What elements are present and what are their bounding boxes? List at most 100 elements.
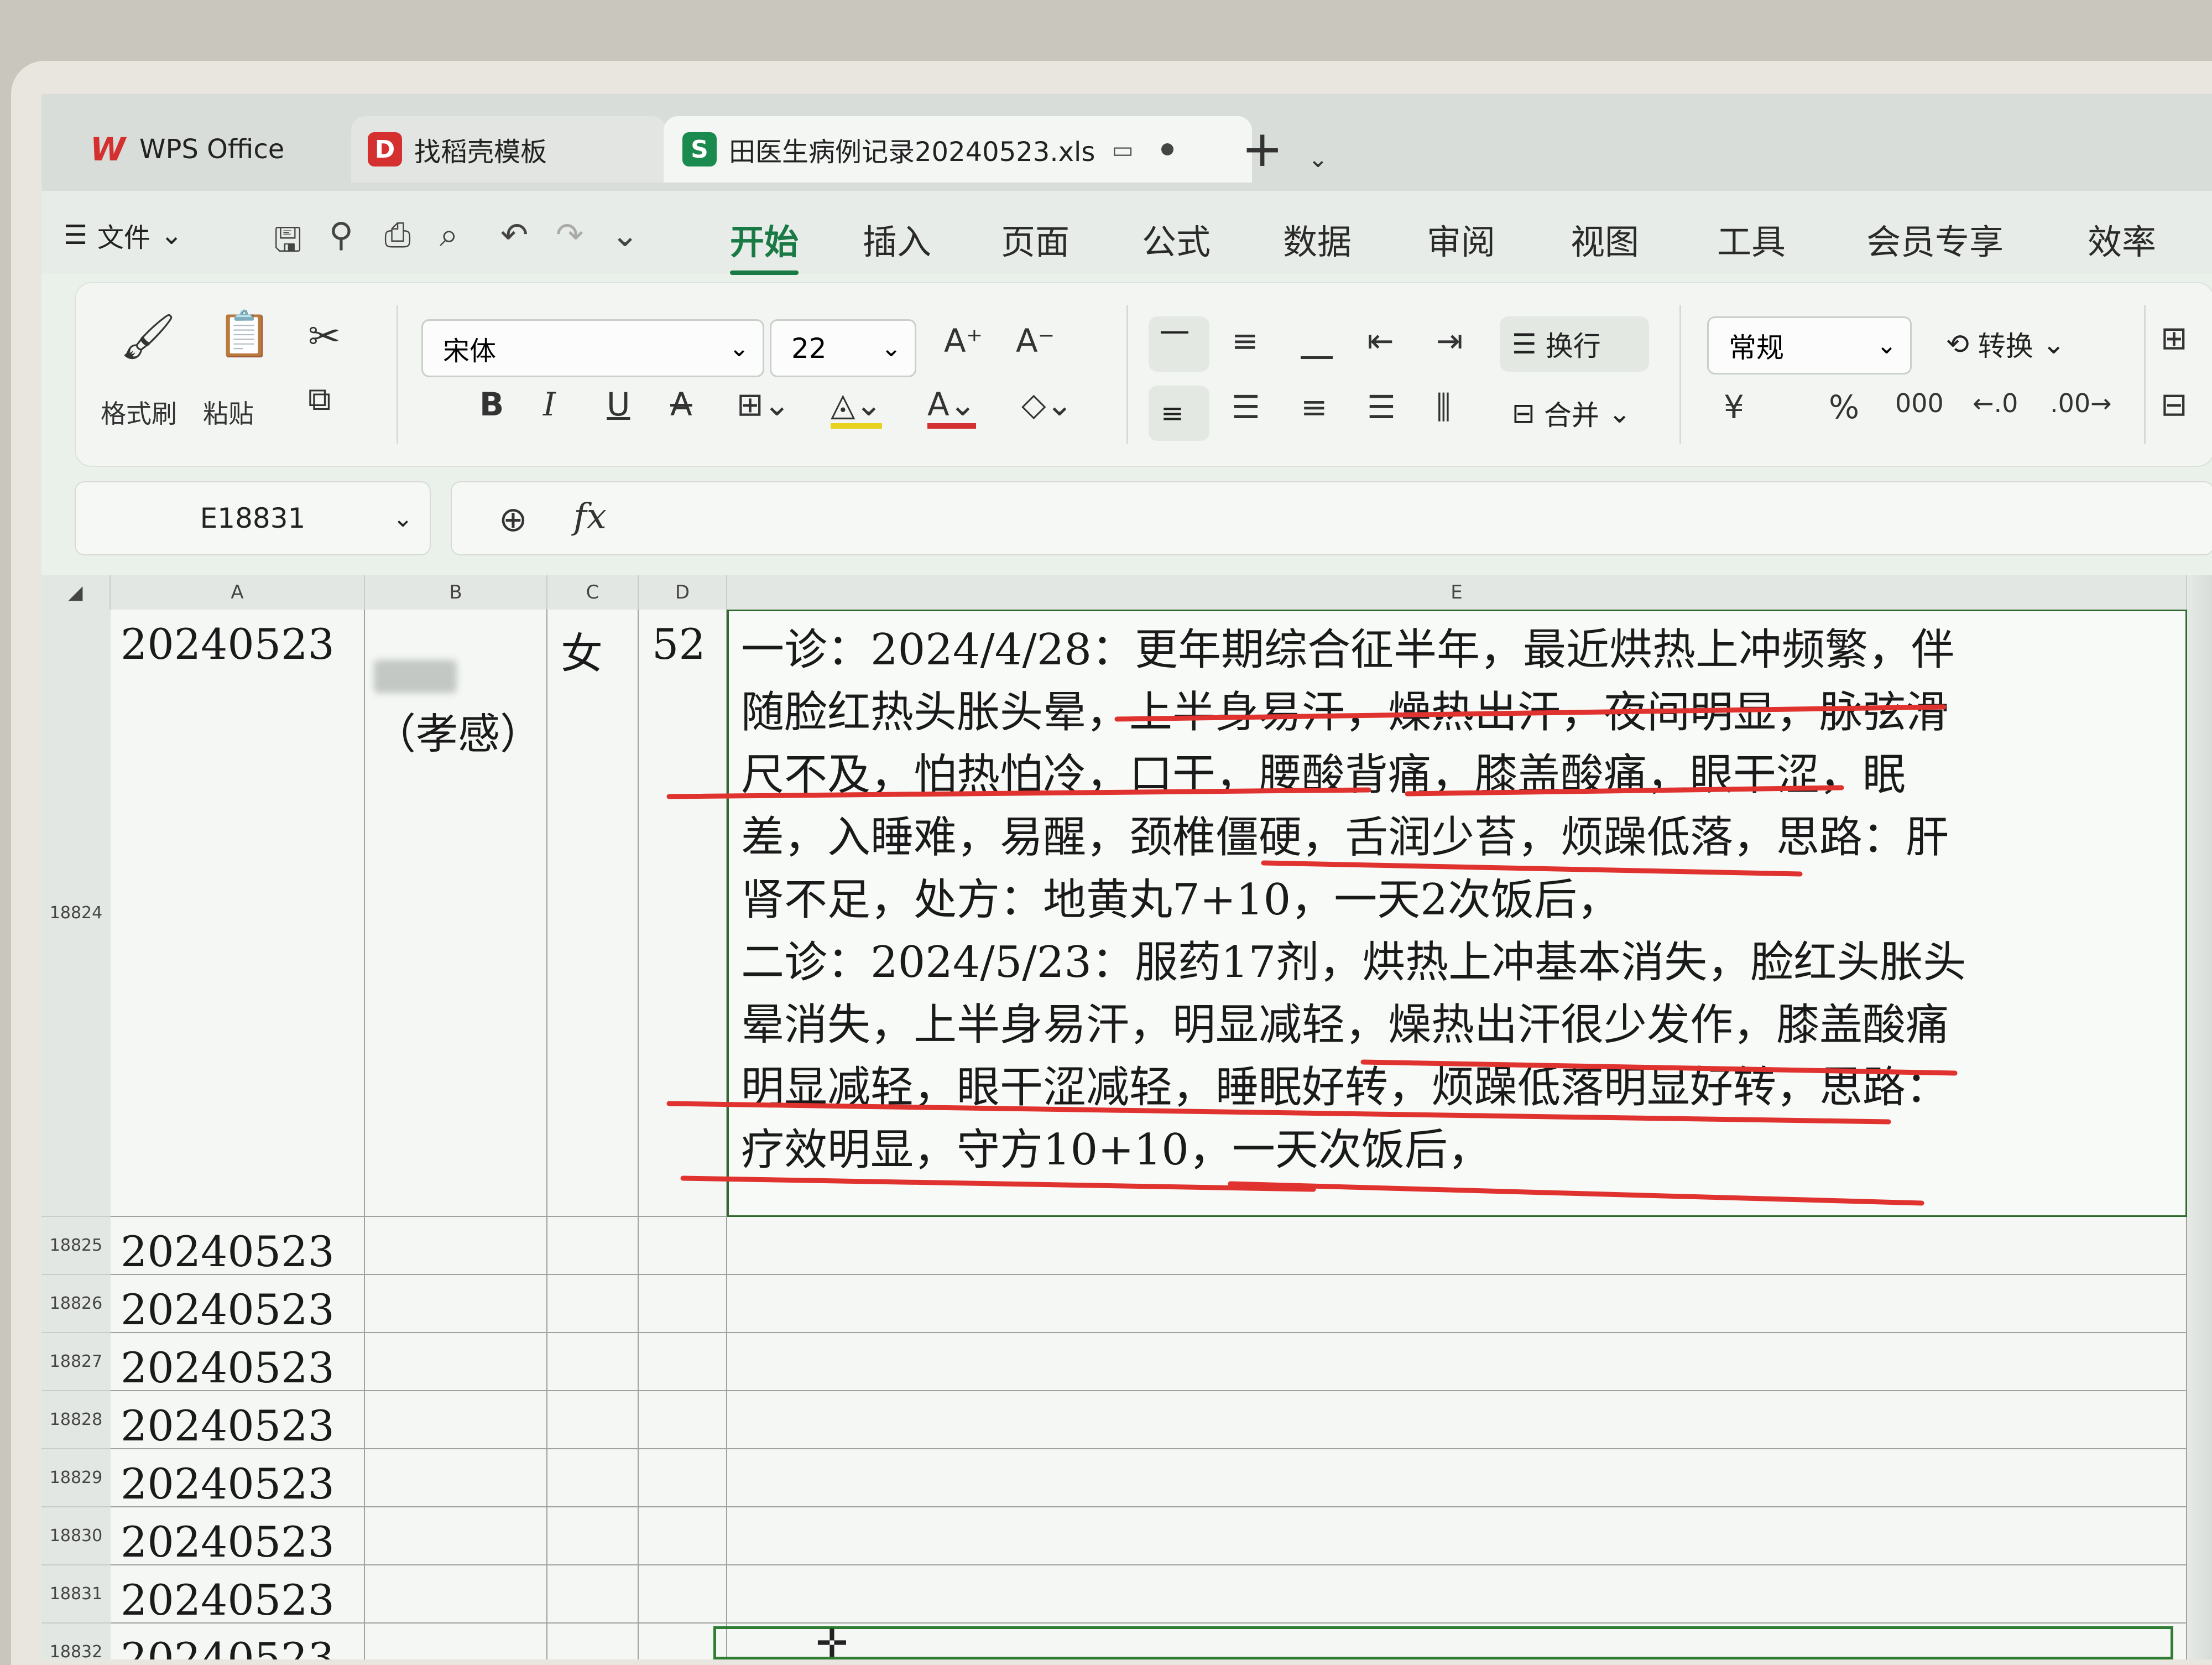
row-header[interactable]: 18825 (41, 1217, 111, 1275)
cell-c[interactable] (547, 1449, 639, 1507)
cell-e[interactable] (727, 1507, 2187, 1565)
thousands-separator-button[interactable]: 000 (1895, 388, 1944, 418)
row-header[interactable]: 18826 (41, 1275, 111, 1333)
font-name-select[interactable]: 宋体 ⌄ (421, 319, 764, 377)
tab-view[interactable]: 视图 (1571, 214, 1639, 264)
cell-d[interactable] (639, 1565, 727, 1624)
fx-button[interactable]: fx (573, 496, 607, 537)
increase-indent-icon[interactable]: ⇥ (1436, 322, 1463, 360)
cell-e[interactable] (727, 1275, 2187, 1333)
underline-button[interactable]: U (607, 386, 630, 423)
row-header[interactable]: 18831 (41, 1565, 111, 1624)
cell-d[interactable] (639, 1333, 727, 1391)
cell-b[interactable] (365, 1391, 547, 1449)
tab-tools[interactable]: 工具 (1717, 214, 1786, 264)
tab-insert[interactable]: 插入 (863, 214, 931, 264)
align-left-button[interactable]: ≡ (1149, 386, 1209, 441)
cell-a-date[interactable]: 20240523 (111, 1624, 365, 1659)
clear-format-icon[interactable]: ◇⌄ (1021, 386, 1073, 423)
cell-b[interactable] (365, 1217, 547, 1275)
tab-daoke-templates[interactable]: D 找稻壳模板 (351, 116, 666, 183)
row-col-icon[interactable]: ⊞ (2161, 319, 2188, 357)
align-middle-icon[interactable]: ≡ (1232, 322, 1259, 360)
wrap-text-button[interactable]: ☰ 换行 (1500, 316, 1649, 372)
tab-document[interactable]: S 田医生病例记录20240523.xls ▭ (664, 116, 1252, 183)
cell-b[interactable] (365, 1565, 547, 1624)
cell-e[interactable] (727, 1565, 2187, 1624)
number-format-select[interactable]: 常规 ⌄ (1707, 316, 1912, 374)
cell-a-date[interactable]: 20240523 (111, 1275, 365, 1334)
align-bottom-icon[interactable]: ⎽ (1301, 322, 1333, 360)
cell-c[interactable] (547, 1217, 639, 1275)
paste-icon[interactable]: 📋 (217, 308, 272, 360)
new-tab-button[interactable]: + (1241, 116, 1283, 183)
cell-c[interactable] (547, 1275, 639, 1333)
bold-button[interactable]: B (479, 386, 504, 423)
tab-wps-office[interactable]: W WPS Office (72, 116, 354, 183)
align-top-button[interactable]: ⎺ (1149, 316, 1209, 372)
unsaved-dot-icon[interactable] (1161, 143, 1174, 155)
font-size-select[interactable]: 22 ⌄ (770, 319, 916, 377)
fill-color-icon[interactable]: ◬⌄ (831, 386, 883, 429)
currency-button[interactable]: ¥ (1724, 388, 1744, 426)
cell-a-date[interactable]: 20240523 (111, 1507, 365, 1567)
distributed-icon[interactable]: ⫼ (1436, 388, 1451, 426)
row-header[interactable]: 18827 (41, 1333, 111, 1391)
tab-member[interactable]: 会员专享 (1866, 214, 2004, 264)
row-header[interactable]: 18832 (41, 1624, 111, 1659)
strikethrough-button[interactable]: A (670, 386, 692, 423)
cell-b[interactable] (365, 1624, 547, 1659)
percent-button[interactable]: % (1829, 388, 1859, 426)
cell-a-date[interactable]: 20240523 (111, 1217, 365, 1276)
chevron-down-icon[interactable]: ⌄ (1308, 126, 1328, 192)
cut-icon[interactable]: ✂ (308, 314, 341, 359)
cell-b[interactable] (365, 1333, 547, 1391)
cell-d[interactable] (639, 1507, 727, 1565)
cell-b[interactable] (365, 1275, 547, 1333)
decrease-indent-icon[interactable]: ⇤ (1367, 322, 1394, 360)
font-color-icon[interactable]: A⌄ (927, 386, 977, 429)
cell-a-date[interactable]: 20240523 (111, 1333, 365, 1392)
cell-c[interactable] (547, 1507, 639, 1565)
decrease-decimal-icon[interactable]: .00→ (2050, 388, 2112, 418)
format-painter-icon[interactable]: 🖌 (120, 311, 176, 363)
name-box[interactable]: E18831 ⌄ (75, 481, 431, 555)
cell-e[interactable] (727, 1449, 2187, 1507)
cell-e[interactable] (727, 1333, 2187, 1391)
cell-d[interactable] (639, 1449, 727, 1507)
align-center-icon[interactable]: ☰ (1232, 388, 1260, 426)
cell-c[interactable] (547, 1333, 639, 1391)
convert-button[interactable]: ⟲ 转换 ⌄ (1934, 316, 2100, 372)
file-menu[interactable]: ☰ 文件 ⌄ (64, 216, 182, 254)
increase-font-icon[interactable]: A⁺ (944, 322, 983, 360)
cell-d[interactable] (639, 1391, 727, 1449)
tab-review[interactable]: 审阅 (1427, 214, 1495, 264)
tab-efficiency[interactable]: 效率 (2088, 214, 2156, 264)
cell-d[interactable] (639, 1275, 727, 1333)
cell-d[interactable] (639, 1217, 727, 1275)
print-icon[interactable]: ⎙ (384, 216, 411, 254)
cell-b[interactable] (365, 1449, 547, 1507)
selected-cell-e18831[interactable] (713, 1626, 2173, 1659)
cell-b[interactable] (365, 1507, 547, 1565)
worksheet-icon[interactable]: ⊟ (2161, 386, 2188, 423)
cell-c[interactable] (547, 1391, 639, 1449)
tab-data[interactable]: 数据 (1283, 214, 1352, 264)
print-preview-icon[interactable]: ⌕ (440, 216, 458, 254)
decrease-font-icon[interactable]: A⁻ (1016, 322, 1055, 360)
cell-e[interactable] (727, 1217, 2187, 1275)
redo-icon[interactable]: ↷ (556, 216, 583, 254)
borders-icon[interactable]: ⊞⌄ (737, 386, 790, 423)
justify-icon[interactable]: ☰ (1367, 388, 1396, 426)
copy-icon[interactable]: ⧉ (308, 380, 331, 418)
undo-icon[interactable]: ↶ (500, 216, 528, 254)
cell-a-date[interactable]: 20240523 (111, 1449, 365, 1508)
more-chevron-icon[interactable]: ⌄ (611, 216, 639, 254)
tab-home[interactable]: 开始 (730, 214, 799, 275)
increase-decimal-icon[interactable]: ←.0 (1973, 388, 2018, 418)
italic-button[interactable]: I (543, 386, 556, 423)
row-header[interactable]: 18829 (41, 1449, 111, 1507)
save-icon[interactable]: 🖫 (274, 216, 302, 272)
cell-c[interactable] (547, 1624, 639, 1659)
align-right-icon[interactable]: ≡ (1301, 388, 1328, 426)
